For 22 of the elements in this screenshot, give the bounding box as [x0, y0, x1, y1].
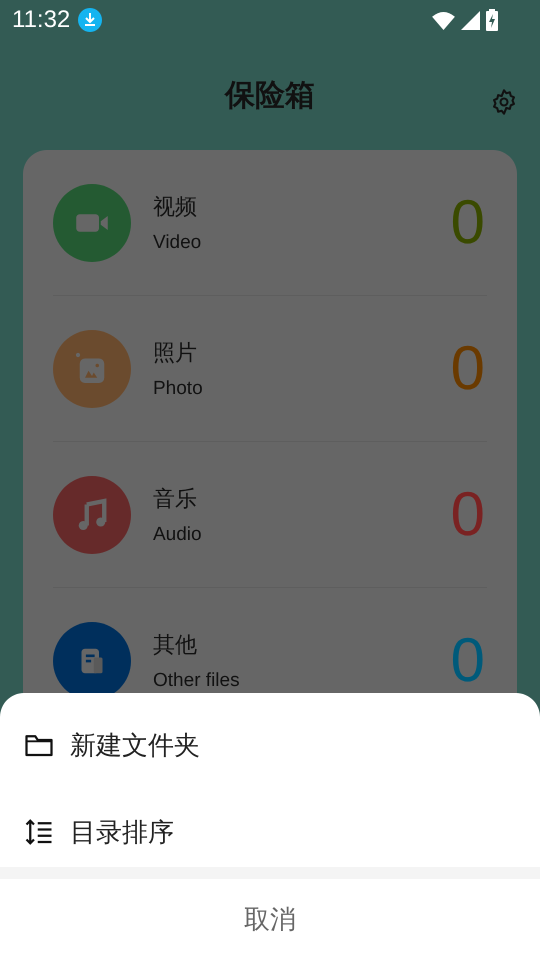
settings-icon[interactable]	[490, 88, 518, 116]
file-count: 0	[450, 187, 486, 258]
download-icon	[78, 8, 102, 32]
wifi-icon	[432, 10, 455, 30]
menu-item[interactable]: 新建文件夹	[0, 693, 540, 797]
battery-icon	[486, 9, 498, 31]
sort-icon	[24, 817, 54, 847]
file-count: 0	[450, 625, 486, 696]
category-title: 视频	[153, 194, 198, 222]
menu-item[interactable]: 目录排序	[0, 797, 540, 867]
category-subtitle: Audio	[153, 524, 203, 546]
file-count: 0	[450, 333, 486, 404]
category-title: 音乐	[153, 486, 198, 514]
category-subtitle: Video	[153, 232, 202, 254]
clock: 11:32	[12, 6, 70, 34]
page-title: 保险箱	[225, 76, 315, 114]
file-count: 0	[450, 479, 486, 550]
category-subtitle: Other files	[153, 670, 241, 692]
category-title: 照片	[153, 340, 198, 368]
category-title: 其他	[153, 632, 198, 660]
signal-icon	[461, 10, 480, 30]
category-subtitle: Photo	[153, 378, 204, 400]
